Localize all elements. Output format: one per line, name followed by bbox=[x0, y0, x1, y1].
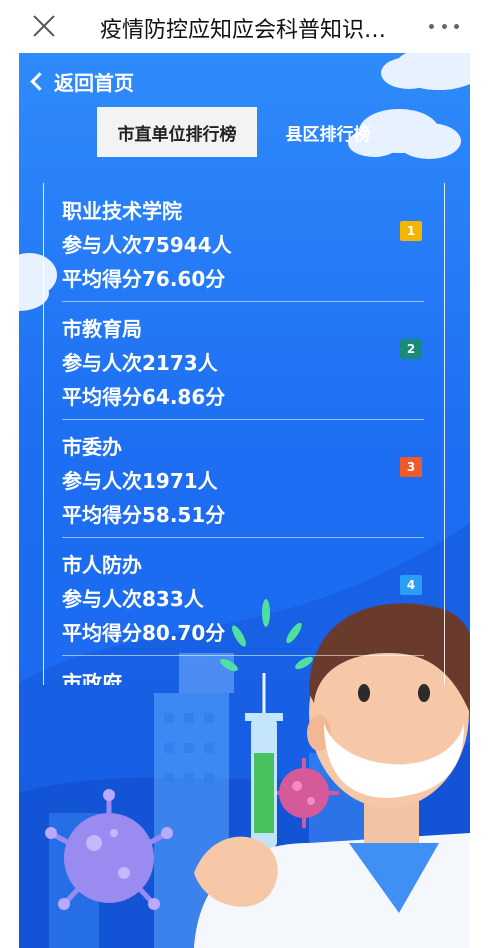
unit-name: 市人防办 bbox=[62, 553, 142, 577]
list-item[interactable]: 市政府 bbox=[62, 655, 424, 685]
tab-counties[interactable]: 县区排行榜 bbox=[269, 107, 387, 157]
unit-name: 市政府 bbox=[62, 671, 122, 685]
participant-count: 参与人次833人 bbox=[62, 587, 204, 611]
list-item[interactable]: 市教育局 参与人次2173人 平均得分64.86分 2 bbox=[62, 301, 424, 420]
participant-count: 参与人次75944人 bbox=[62, 233, 232, 257]
average-score: 平均得分58.51分 bbox=[62, 503, 226, 527]
ranking-page: 返回首页 市直单位排行榜 县区排行榜 职业技术学院 参与人次75944人 平均得… bbox=[19, 53, 470, 948]
rank-badge: 3 bbox=[400, 457, 422, 477]
back-home-link[interactable]: 返回首页 bbox=[27, 67, 134, 96]
list-item[interactable]: 职业技术学院 参与人次75944人 平均得分76.60分 1 bbox=[62, 183, 424, 302]
average-score: 平均得分76.60分 bbox=[62, 267, 226, 291]
average-score: 平均得分64.86分 bbox=[62, 385, 226, 409]
list-item[interactable]: 市委办 参与人次1971人 平均得分58.51分 3 bbox=[62, 419, 424, 538]
ranking-list[interactable]: 职业技术学院 参与人次75944人 平均得分76.60分 1 市教育局 参与人次… bbox=[43, 183, 445, 685]
unit-name: 职业技术学院 bbox=[62, 199, 182, 223]
unit-name: 市委办 bbox=[62, 435, 122, 459]
rank-badge: 1 bbox=[400, 221, 422, 241]
list-item[interactable]: 市人防办 参与人次833人 平均得分80.70分 4 bbox=[62, 537, 424, 656]
page-title: 疫情防控应知应会科普知识… bbox=[99, 18, 386, 43]
rank-badge: 2 bbox=[400, 339, 422, 359]
chevron-left-icon bbox=[30, 72, 49, 91]
participant-count: 参与人次1971人 bbox=[62, 469, 218, 493]
unit-name: 市教育局 bbox=[62, 317, 142, 341]
navigation-bar: 疫情防控应知应会科普知识… bbox=[0, 0, 489, 52]
close-icon[interactable] bbox=[30, 12, 58, 40]
tab-city-units[interactable]: 市直单位排行榜 bbox=[97, 107, 257, 157]
back-home-label: 返回首页 bbox=[54, 71, 134, 95]
more-icon[interactable] bbox=[429, 14, 459, 38]
average-score: 平均得分80.70分 bbox=[62, 621, 226, 645]
participant-count: 参与人次2173人 bbox=[62, 351, 218, 375]
rank-badge: 4 bbox=[400, 575, 422, 595]
